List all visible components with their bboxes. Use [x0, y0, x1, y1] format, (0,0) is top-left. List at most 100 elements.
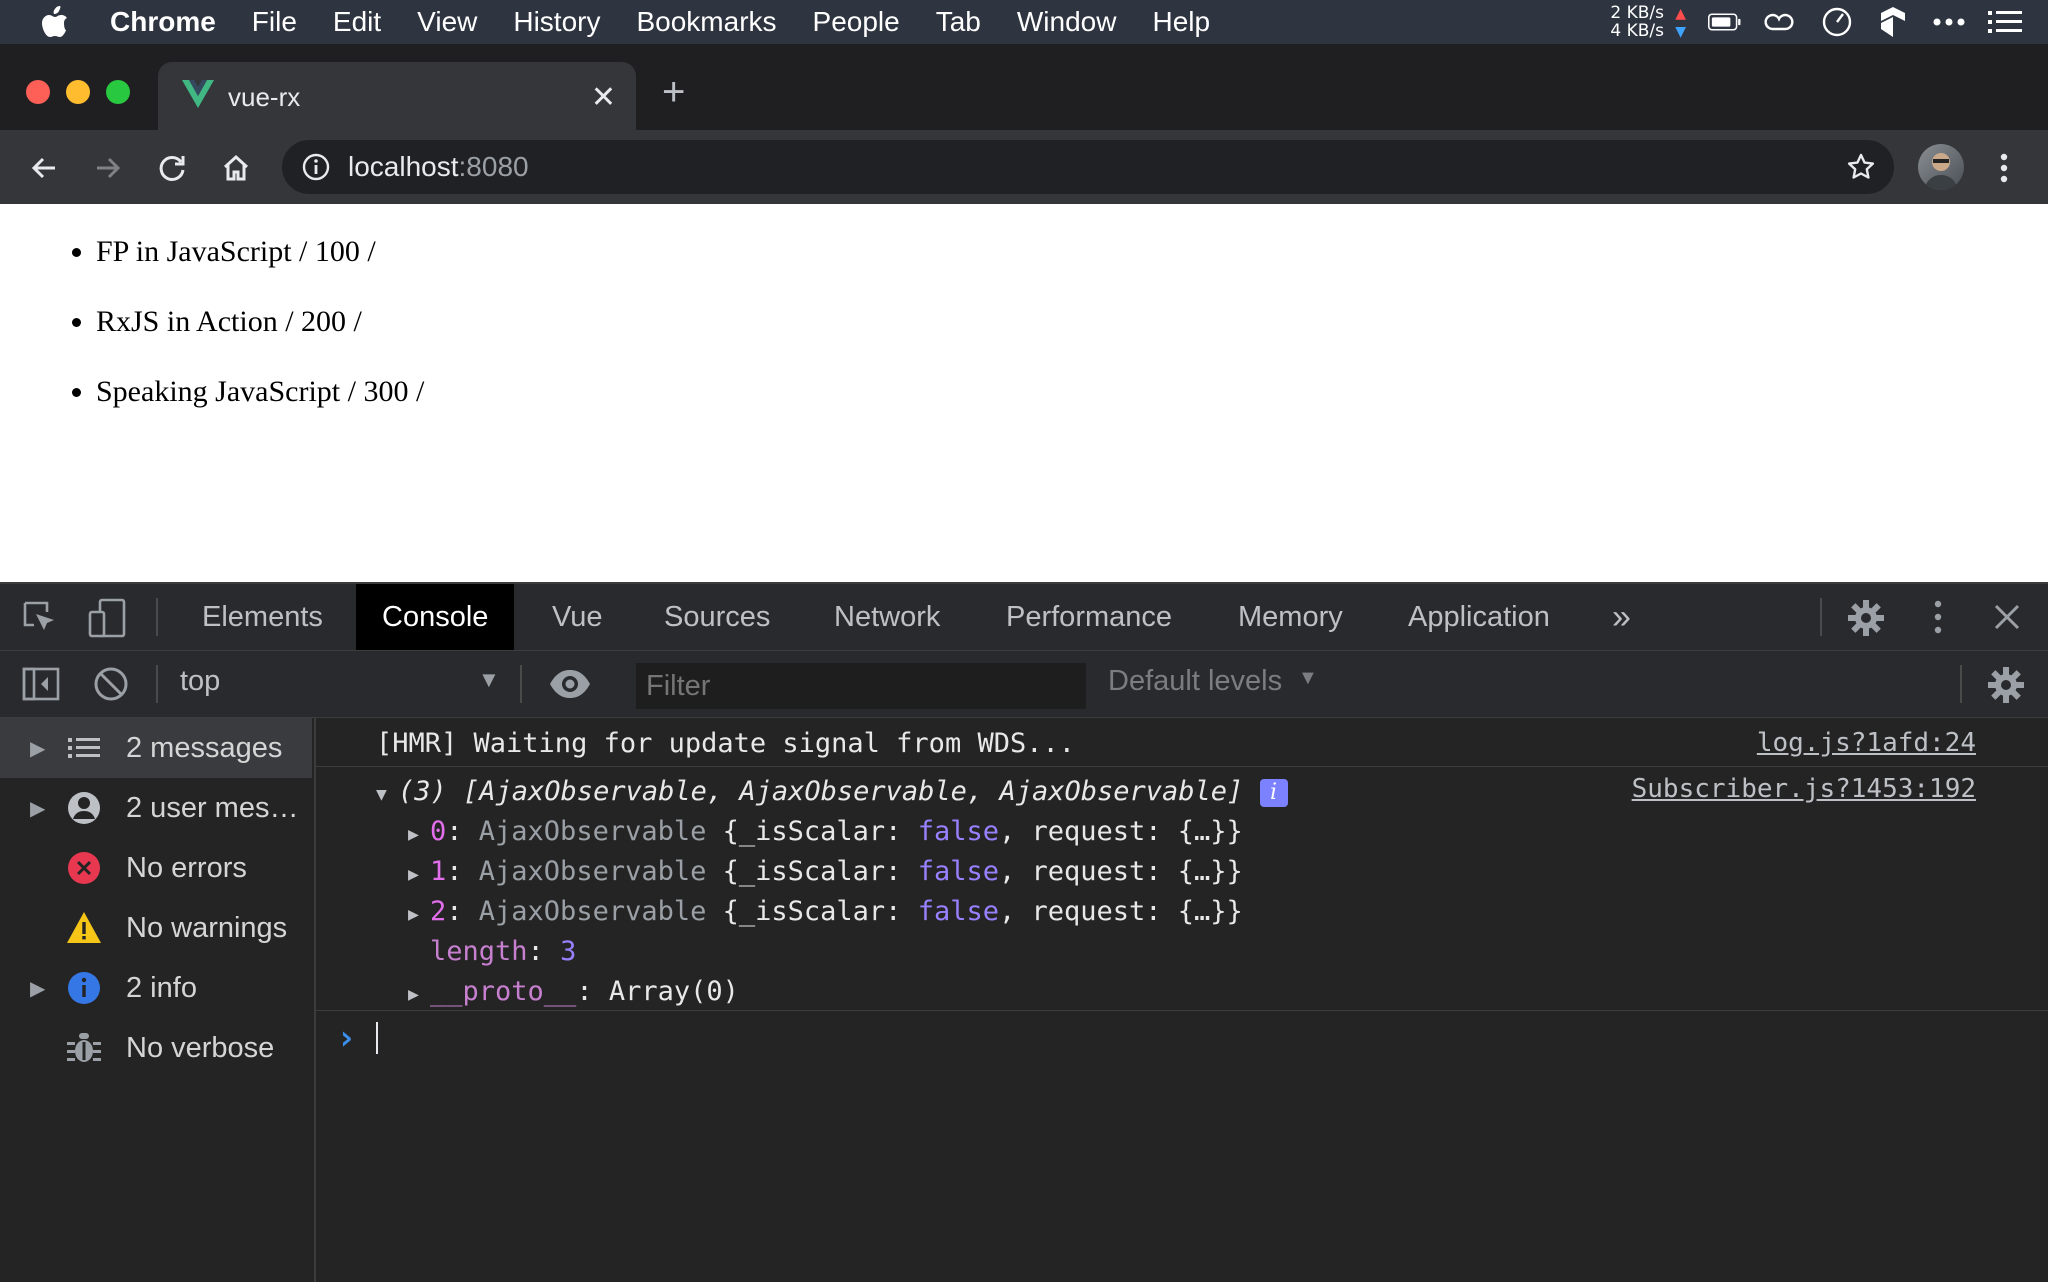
- expand-arrow-icon[interactable]: ▶: [408, 824, 430, 845]
- menu-bookmarks[interactable]: Bookmarks: [618, 6, 794, 38]
- url-host: localhost: [348, 151, 459, 182]
- list-icon: [66, 730, 102, 766]
- sidebar-item-label: No errors: [126, 851, 247, 884]
- console-prompt[interactable]: ›: [316, 1012, 2048, 1072]
- browser-tab[interactable]: vue-rx ✕: [158, 62, 636, 130]
- divider: [1820, 598, 1822, 636]
- context-selector[interactable]: top ▼: [168, 651, 508, 717]
- forward-button[interactable]: [86, 146, 130, 190]
- expand-arrow-icon[interactable]: ▶: [30, 796, 45, 821]
- entry-open: {_isScalar:: [722, 896, 918, 927]
- tab-memory[interactable]: Memory: [1212, 584, 1369, 650]
- tab-sources[interactable]: Sources: [638, 584, 796, 650]
- sidebar-item-label: No verbose: [126, 1031, 275, 1064]
- entry-open: {_isScalar:: [722, 816, 918, 847]
- array-entry[interactable]: ▶ 0: AjaxObservable {_isScalar: false, re…: [408, 816, 1243, 847]
- array-entry[interactable]: ▶ 1: AjaxObservable {_isScalar: false, re…: [408, 856, 1243, 887]
- sidebar-item-label: No warnings: [126, 911, 288, 944]
- back-arrow-icon: [31, 157, 55, 179]
- toggle-sidebar-icon[interactable]: [22, 665, 60, 708]
- tab-network[interactable]: Network: [808, 584, 966, 650]
- length-key: length: [430, 936, 528, 967]
- notification-center-icon[interactable]: [1988, 5, 2022, 39]
- apple-menu-icon[interactable]: [0, 6, 110, 38]
- text-cursor: [376, 1022, 378, 1054]
- menu-tab[interactable]: Tab: [918, 6, 999, 38]
- bookmark-app-icon[interactable]: [1876, 5, 1910, 39]
- profile-avatar[interactable]: [1918, 144, 1964, 190]
- bug-icon: [66, 1030, 102, 1066]
- menu-edit[interactable]: Edit: [315, 6, 399, 38]
- array-proto[interactable]: ▶ __proto__: Array(0): [408, 976, 739, 1007]
- tab-application[interactable]: Application: [1382, 584, 1576, 650]
- expand-arrow-icon[interactable]: ▶: [408, 904, 430, 925]
- expand-arrow-icon[interactable]: ▶: [30, 976, 45, 1001]
- sidebar-item-info[interactable]: ▶ 2 info: [0, 958, 312, 1018]
- filter-input[interactable]: [636, 663, 1086, 709]
- net-download: 4 KB/s: [1610, 21, 1664, 41]
- address-bar[interactable]: localhost:8080: [282, 140, 1894, 194]
- menu-history[interactable]: History: [495, 6, 618, 38]
- more-dots-icon[interactable]: [1932, 5, 1966, 39]
- sidebar-item-verbose[interactable]: No verbose: [0, 1018, 312, 1078]
- battery-icon[interactable]: [1708, 5, 1742, 39]
- sidebar-item-errors[interactable]: No errors: [0, 838, 312, 898]
- info-badge-icon[interactable]: i: [1259, 778, 1288, 807]
- creative-cloud-icon[interactable]: [1764, 5, 1798, 39]
- close-devtools-icon[interactable]: [1992, 602, 2022, 637]
- clock-icon[interactable]: [1820, 5, 1854, 39]
- tab-close-icon[interactable]: ✕: [591, 80, 616, 115]
- console-message[interactable]: [HMR] Waiting for update signal from WDS…: [316, 718, 2048, 767]
- minimize-window-button[interactable]: [66, 80, 90, 104]
- menu-people[interactable]: People: [795, 6, 918, 38]
- tab-elements[interactable]: Elements: [176, 584, 349, 650]
- sidebar-item-messages[interactable]: ▶ 2 messages: [0, 718, 312, 778]
- reload-button[interactable]: [150, 146, 194, 190]
- entry-key: 2: [430, 896, 447, 927]
- console-settings-gear-icon[interactable]: [1986, 665, 2026, 710]
- devtools-tab-bar: Elements Console Vue Sources Network Per…: [0, 584, 2048, 651]
- settings-gear-icon[interactable]: [1846, 598, 1886, 643]
- menu-help[interactable]: Help: [1134, 6, 1228, 38]
- devtools-menu-icon[interactable]: [1934, 600, 1942, 639]
- menu-view[interactable]: View: [399, 6, 495, 38]
- menu-app-chrome[interactable]: Chrome: [110, 6, 234, 38]
- console-message-text: [HMR] Waiting for update signal from WDS…: [376, 728, 1075, 759]
- sidebar-item-user-messages[interactable]: ▶ 2 user mes…: [0, 778, 312, 838]
- clear-console-icon[interactable]: [92, 665, 130, 708]
- device-toolbar-icon[interactable]: [88, 598, 128, 643]
- expand-arrow-icon[interactable]: ▶: [30, 736, 45, 761]
- console-message[interactable]: ▼ (3) [AjaxObservable, AjaxObservable, Aj…: [316, 766, 2048, 1011]
- menu-window[interactable]: Window: [999, 6, 1135, 38]
- more-tabs-button[interactable]: »: [1586, 584, 1657, 650]
- new-tab-button[interactable]: +: [662, 70, 685, 115]
- live-expression-eye-icon[interactable]: [548, 667, 592, 706]
- entry-rest: , request: {…}}: [998, 896, 1243, 927]
- tab-console[interactable]: Console: [356, 584, 515, 650]
- browser-toolbar: localhost:8080: [0, 130, 2048, 204]
- array-summary[interactable]: ▼ (3) [AjaxObservable, AjaxObservable, Aj…: [376, 776, 1288, 807]
- tab-vue[interactable]: Vue: [526, 584, 629, 650]
- sidebar-item-warnings[interactable]: No warnings: [0, 898, 312, 958]
- source-link[interactable]: log.js?1afd:24: [1757, 728, 1976, 758]
- bookmark-star-icon[interactable]: [1846, 152, 1876, 187]
- home-button[interactable]: [214, 146, 258, 190]
- menu-file[interactable]: File: [234, 6, 315, 38]
- source-link[interactable]: Subscriber.js?1453:192: [1632, 774, 1976, 804]
- expand-arrow-icon[interactable]: ▶: [408, 984, 430, 1005]
- maximize-window-button[interactable]: [106, 80, 130, 104]
- collapse-arrow-icon[interactable]: ▼: [376, 784, 398, 805]
- site-info-icon[interactable]: [302, 153, 330, 186]
- chrome-menu-button[interactable]: [1982, 146, 2026, 190]
- array-entry[interactable]: ▶ 2: AjaxObservable {_isScalar: false, re…: [408, 896, 1243, 927]
- expand-arrow-icon[interactable]: ▶: [408, 864, 430, 885]
- page-viewport: FP in JavaScript / 100 / RxJS in Action …: [0, 204, 2048, 582]
- entry-type: AjaxObservable: [478, 896, 707, 927]
- tab-performance[interactable]: Performance: [980, 584, 1198, 650]
- kebab-menu-icon: [2000, 153, 2008, 183]
- back-button[interactable]: [22, 146, 66, 190]
- download-arrow-icon: ▼: [1675, 24, 1686, 40]
- inspect-element-icon[interactable]: [22, 600, 58, 641]
- close-window-button[interactable]: [26, 80, 50, 104]
- log-levels-dropdown[interactable]: Default levels ▼: [1108, 651, 1328, 717]
